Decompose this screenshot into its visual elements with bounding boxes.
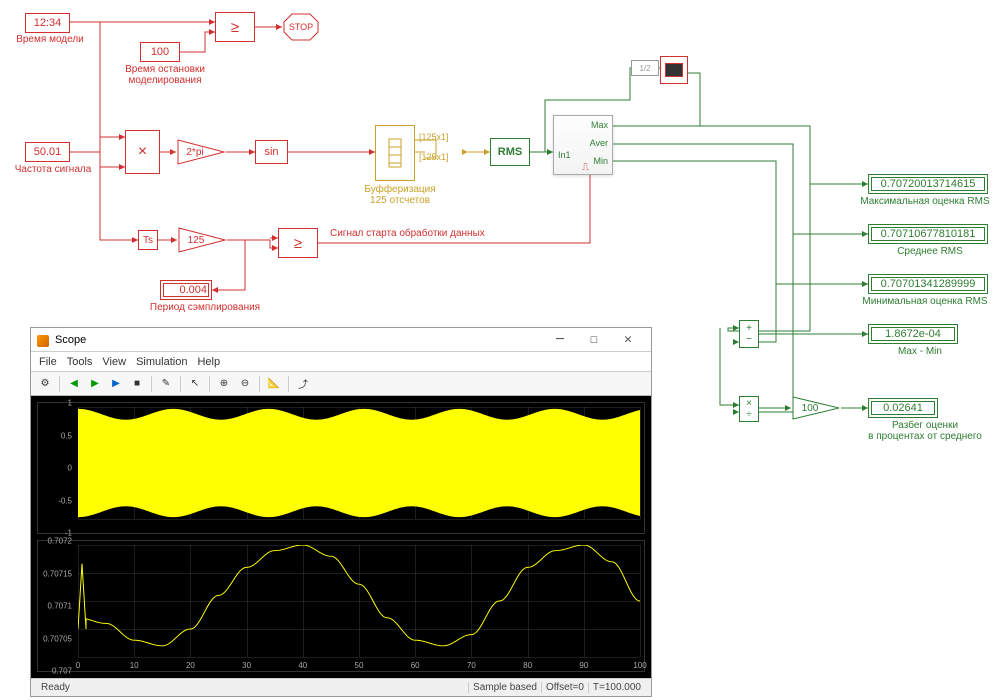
toolbar-cursor-icon[interactable]: ↖ (186, 375, 204, 393)
stop-block[interactable]: STOP (282, 12, 320, 42)
gain-100[interactable]: 100 (791, 395, 841, 421)
display-diff-label: Max - Min (880, 346, 960, 357)
toolbar-zoomout-icon[interactable]: ⊖ (236, 375, 254, 393)
freq-label: Частота сигнала (8, 164, 98, 175)
scope-window[interactable]: Scope ─ ☐ ✕ File Tools View Simulation H… (30, 327, 652, 697)
compare2-block[interactable]: ≥ (278, 228, 318, 258)
display-min-label: Минимальная оценка RMS (850, 296, 1000, 307)
start-signal-label: Сигнал старта обработки данных (330, 228, 590, 239)
buffer-block[interactable] (375, 125, 415, 181)
display-avg[interactable]: 0.70710677810181 (868, 224, 988, 244)
freq-block[interactable]: 50.01 (25, 142, 70, 162)
scope-plot-2[interactable]: 0.70720.707150.70710.707050.707 01020304… (37, 540, 645, 672)
display-max-label: Максимальная оценка RMS (850, 196, 1000, 207)
subsystem-block[interactable]: In1 Max Aver Min ⎍ (553, 115, 613, 175)
rms-block[interactable]: RMS (490, 138, 530, 166)
status-ready: Ready (37, 682, 74, 693)
scope-plot-1[interactable]: 10.50-0.5-1 (37, 402, 645, 534)
display-pct-label: Разбег оценки в процентах от среднего (855, 420, 995, 442)
buffer-dim2: [125x1] (419, 152, 449, 162)
ts-block[interactable]: Ts (138, 230, 158, 250)
gain-125[interactable]: 125 (177, 226, 227, 254)
toolbar-next-icon[interactable]: ▶ (107, 375, 125, 393)
close-button[interactable]: ✕ (611, 330, 645, 350)
toolbar-trigger-icon[interactable]: ⤴ (294, 375, 312, 393)
display-max[interactable]: 0.70720013714615 (868, 174, 988, 194)
clock-block[interactable]: 12:34 (25, 13, 70, 33)
toolbar-prev-icon[interactable]: ◀ (65, 375, 83, 393)
scope-statusbar: Ready Sample based Offset=0 T=100.000 (31, 678, 651, 696)
gain-2pi[interactable]: 2*pi (176, 138, 226, 166)
stop-time-block[interactable]: 100 (140, 42, 180, 62)
display-min[interactable]: 0.70701341289999 (868, 274, 988, 294)
terminator-block[interactable]: 1/2 (631, 60, 659, 76)
sub-block[interactable]: +− (739, 320, 759, 348)
clock-label: Время модели (10, 34, 90, 45)
status-offset: Offset=0 (541, 682, 588, 693)
buffer-label: Буфферизация 125 отсчетов (350, 184, 450, 206)
compare1-block[interactable]: ≥ (215, 12, 255, 42)
scope-toolbar[interactable]: ⚙ ◀ ▶ ▶ ■ ✎ ↖ ⊕ ⊖ 📐 ⤴ (31, 372, 651, 396)
buffer-dim1: [125x1] (419, 132, 449, 142)
toolbar-stop-icon[interactable]: ■ (128, 375, 146, 393)
display-pct[interactable]: 0.02641 (868, 398, 938, 418)
maximize-button[interactable]: ☐ (577, 330, 611, 350)
display-diff[interactable]: 1.8672e-04 (868, 324, 958, 344)
sin-block[interactable]: sin (255, 140, 288, 164)
menu-view[interactable]: View (102, 356, 126, 368)
minimize-button[interactable]: ─ (543, 330, 577, 350)
scope-titlebar[interactable]: Scope ─ ☐ ✕ (31, 328, 651, 352)
menu-file[interactable]: File (39, 356, 57, 368)
toolbar-measure-icon[interactable]: 📐 (265, 375, 283, 393)
toolbar-highlight-icon[interactable]: ✎ (157, 375, 175, 393)
menu-help[interactable]: Help (197, 356, 220, 368)
menu-simulation[interactable]: Simulation (136, 356, 187, 368)
stop-time-label: Время остановки моделирования (110, 64, 220, 86)
status-time: T=100.000 (588, 682, 645, 693)
scope-title: Scope (37, 334, 543, 346)
div-block[interactable]: ×÷ (739, 396, 759, 422)
display-avg-label: Среднее RMS (880, 246, 980, 257)
period-label: Период сэмплирования (130, 302, 280, 313)
toolbar-zoom-icon[interactable]: ⊕ (215, 375, 233, 393)
menu-tools[interactable]: Tools (67, 356, 93, 368)
scope-menubar[interactable]: File Tools View Simulation Help (31, 352, 651, 372)
product-block[interactable]: × (125, 130, 160, 174)
toolbar-play-icon[interactable]: ▶ (86, 375, 104, 393)
scope-plots: 10.50-0.5-1 0.70720.707150.70710.707050.… (31, 396, 651, 678)
toolbar-gear-icon[interactable]: ⚙ (36, 375, 54, 393)
period-display[interactable]: 0.004 (160, 280, 212, 300)
status-mode: Sample based (468, 682, 541, 693)
scope-block[interactable] (660, 56, 688, 84)
